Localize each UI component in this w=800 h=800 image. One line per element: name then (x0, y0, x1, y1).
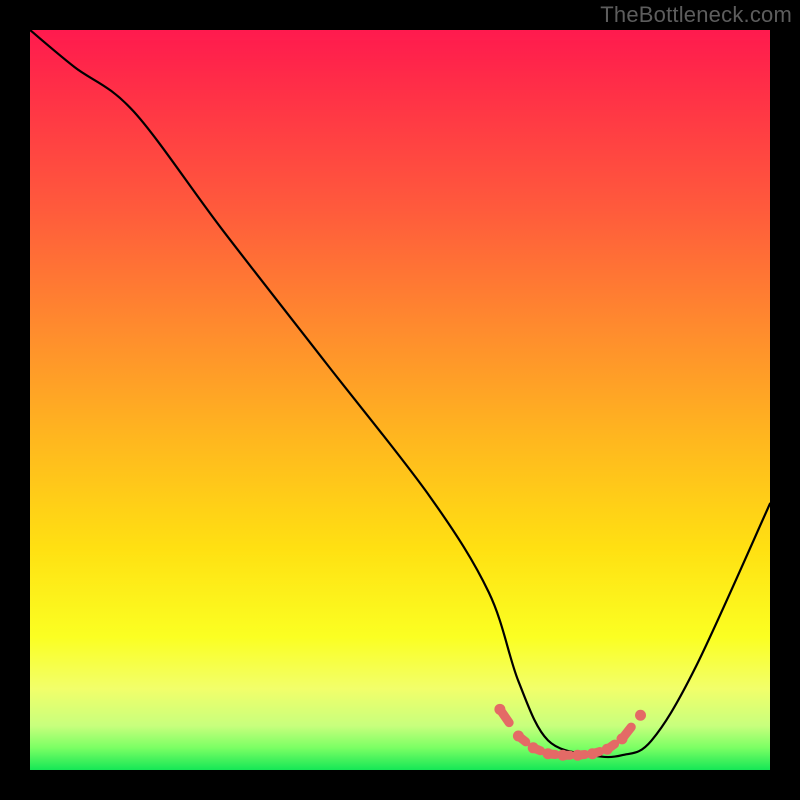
trough-marker (494, 704, 646, 761)
trough-dash (518, 736, 525, 742)
trough-dash (578, 754, 585, 755)
trough-dash (592, 752, 599, 754)
bottleneck-curve (30, 30, 770, 757)
trough-dash (622, 727, 631, 739)
watermark-label: TheBottleneck.com (600, 2, 792, 28)
plot-area (30, 30, 770, 770)
trough-dash (607, 744, 614, 749)
trough-dash (533, 748, 540, 751)
trough-dot (635, 710, 646, 721)
chart-frame: TheBottleneck.com (0, 0, 800, 800)
curve-layer (30, 30, 770, 770)
trough-dash (500, 709, 509, 722)
trough-dash (548, 754, 555, 755)
